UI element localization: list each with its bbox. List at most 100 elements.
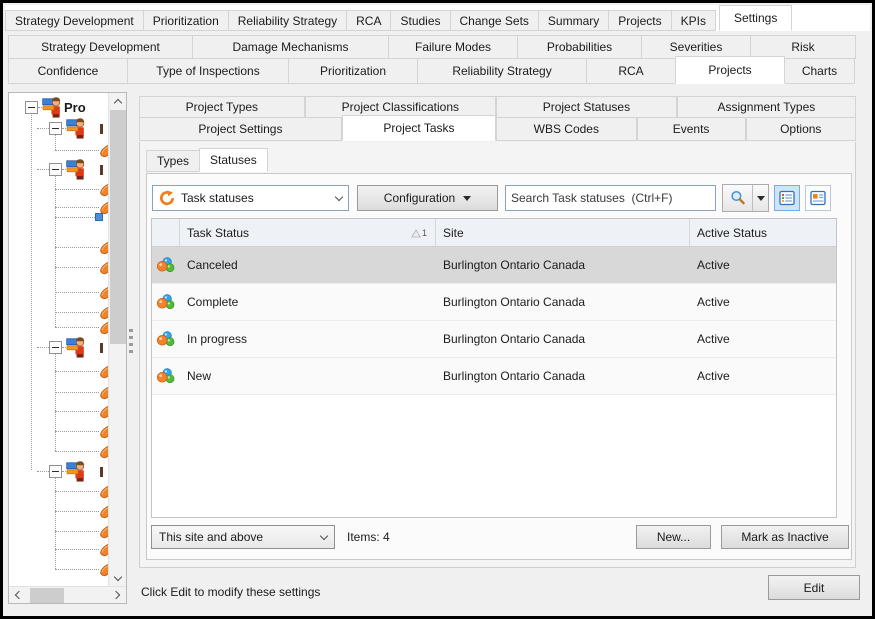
task-statuses-table: Task Status 1 Site Active Status Cancele…	[151, 218, 837, 518]
tree-leaf[interactable]	[55, 504, 113, 519]
task-status-column-header[interactable]: Task Status 1	[180, 219, 436, 246]
detail-view-toggle[interactable]	[805, 185, 831, 211]
list-view-toggle[interactable]	[774, 185, 800, 211]
tab-projects[interactable]: Projects	[608, 10, 672, 31]
cell-active-status: Active	[697, 258, 730, 272]
tab-reliability-strategy[interactable]: Reliability Strategy	[227, 10, 348, 31]
tab-wbs-codes[interactable]: WBS Codes	[496, 117, 637, 141]
tab-settings[interactable]: Settings	[718, 5, 793, 31]
tree-leaf[interactable]	[55, 524, 113, 539]
collapse-icon[interactable]	[25, 101, 38, 114]
active-status-column-header[interactable]: Active Status	[690, 219, 836, 246]
tab-project-statuses[interactable]: Project Statuses	[496, 96, 677, 118]
tree-vertical-scrollbar[interactable]	[108, 93, 126, 587]
tree-leaf[interactable]	[55, 240, 113, 255]
configuration-button[interactable]: Configuration	[357, 185, 498, 211]
site-column-header[interactable]: Site	[436, 219, 690, 246]
tab-project-types[interactable]: Project Types	[139, 96, 305, 118]
horizontal-scroll-thumb[interactable]	[30, 588, 64, 603]
tree-node[interactable]	[37, 159, 103, 180]
search-split-button[interactable]	[722, 184, 769, 212]
tab-settings-failure-modes[interactable]: Failure Modes	[388, 35, 518, 59]
scroll-down-button[interactable]	[109, 570, 126, 587]
tab-summary[interactable]: Summary	[537, 10, 610, 31]
collapse-icon[interactable]	[49, 122, 62, 135]
search-input[interactable]	[505, 185, 716, 211]
tree-leaf[interactable]	[55, 213, 103, 221]
project-tree-panel: Pro	[8, 92, 127, 604]
panel-splitter[interactable]	[128, 329, 133, 363]
table-row[interactable]: Complete Burlington Ontario Canada Activ…	[152, 284, 836, 321]
table-row[interactable]: In progress Burlington Ontario Canada Ac…	[152, 321, 836, 358]
tab-options[interactable]: Options	[745, 117, 856, 141]
tab-prioritization[interactable]: Prioritization	[142, 10, 229, 31]
tab-studies[interactable]: Studies	[390, 10, 451, 31]
collapse-icon[interactable]	[49, 341, 62, 354]
vertical-scroll-thumb[interactable]	[110, 110, 126, 344]
tab-project-tasks[interactable]: Project Tasks	[341, 115, 497, 141]
new-button[interactable]: New...	[636, 525, 711, 549]
site-scope-dropdown[interactable]: This site and above	[151, 525, 335, 549]
detail-view-icon	[810, 190, 826, 206]
main-tab-strip: Strategy Development Prioritization Reli…	[5, 5, 870, 31]
project-person-icon	[66, 118, 86, 139]
scroll-up-button[interactable]	[109, 93, 126, 110]
tab-settings-reliability-strategy[interactable]: Reliability Strategy	[417, 58, 587, 84]
tree-leaf[interactable]	[55, 260, 113, 275]
tab-settings-strategy-development[interactable]: Strategy Development	[8, 35, 193, 59]
tab-statuses[interactable]: Statuses	[199, 148, 268, 172]
tree-leaf[interactable]	[55, 484, 113, 499]
tree-horizontal-scrollbar[interactable]	[9, 586, 126, 603]
tree-node[interactable]	[37, 461, 103, 482]
status-balls-icon	[157, 294, 175, 310]
scroll-left-button[interactable]	[9, 587, 26, 604]
tree-leaf[interactable]	[55, 320, 113, 335]
tree-leaf[interactable]	[55, 444, 113, 459]
tab-settings-prioritization[interactable]: Prioritization	[288, 58, 418, 84]
tab-settings-probabilities[interactable]: Probabilities	[517, 35, 642, 59]
tab-settings-rca[interactable]: RCA	[586, 58, 676, 84]
truncated-label	[100, 342, 103, 353]
tab-kpis[interactable]: KPIs	[670, 10, 716, 31]
collapse-icon[interactable]	[49, 163, 62, 176]
entity-selector-dropdown[interactable]: Task statuses	[152, 185, 349, 211]
tab-settings-type-of-inspections[interactable]: Type of Inspections	[127, 58, 289, 84]
tree-leaf[interactable]	[55, 542, 113, 557]
icon-column-header[interactable]	[152, 219, 180, 246]
tab-events[interactable]: Events	[636, 117, 746, 141]
table-row[interactable]: Canceled Burlington Ontario Canada Activ…	[152, 247, 836, 284]
tree-leaf[interactable]	[55, 562, 113, 577]
tree-root-label: Pro	[64, 100, 86, 115]
tab-assignment-types[interactable]: Assignment Types	[676, 96, 856, 118]
tab-types[interactable]: Types	[146, 150, 201, 172]
tab-rca[interactable]: RCA	[346, 10, 392, 31]
tree-node-root[interactable]: Pro	[25, 97, 86, 118]
tree-leaf[interactable]	[55, 305, 113, 320]
tab-project-settings[interactable]: Project Settings	[139, 117, 342, 141]
search-icon	[730, 190, 746, 206]
tab-change-sets[interactable]: Change Sets	[449, 10, 539, 31]
app-window: Strategy Development Prioritization Reli…	[0, 0, 875, 619]
tree-leaf[interactable]	[55, 404, 113, 419]
tab-settings-projects[interactable]: Projects	[675, 56, 785, 84]
tab-settings-confidence[interactable]: Confidence	[8, 58, 128, 84]
tab-settings-charts[interactable]: Charts	[784, 58, 855, 84]
edit-button[interactable]: Edit	[768, 575, 860, 600]
mark-as-inactive-button[interactable]: Mark as Inactive	[721, 525, 849, 549]
collapse-icon[interactable]	[49, 465, 62, 478]
tree-leaf[interactable]	[55, 143, 113, 158]
cell-active-status: Active	[697, 332, 730, 346]
scroll-right-button[interactable]	[109, 587, 126, 604]
search-options-dropdown[interactable]	[752, 185, 768, 211]
table-row[interactable]: New Burlington Ontario Canada Active	[152, 358, 836, 395]
tab-strategy-development[interactable]: Strategy Development	[5, 10, 144, 31]
tree-leaf[interactable]	[55, 285, 113, 300]
tree-leaf[interactable]	[55, 385, 113, 400]
tree-node[interactable]	[37, 118, 103, 139]
tree-leaf[interactable]	[55, 364, 113, 379]
tab-settings-damage-mechanisms[interactable]: Damage Mechanisms	[192, 35, 389, 59]
tree-leaf[interactable]	[55, 424, 113, 439]
cell-task-status: In progress	[187, 332, 248, 346]
tree-leaf[interactable]	[55, 182, 113, 197]
tree-node[interactable]	[37, 337, 103, 358]
